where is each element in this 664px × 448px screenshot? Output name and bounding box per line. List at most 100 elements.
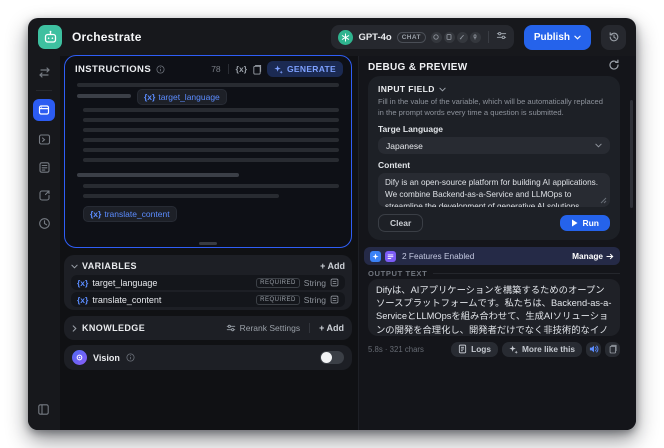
model-capability-icon (469, 31, 481, 43)
variable-icon: {x} (77, 294, 89, 305)
manage-features-link[interactable]: Manage (572, 251, 614, 261)
sparkle-icon (274, 64, 283, 74)
skeleton-line (77, 83, 339, 87)
variable-settings-icon[interactable] (330, 295, 339, 304)
run-button[interactable]: Run (560, 215, 610, 231)
clear-button[interactable]: Clear (378, 214, 424, 232)
collapse-panel-icon[interactable] (37, 403, 50, 421)
divider (487, 31, 489, 43)
output-footer: 5.8s · 321 chars Logs More like this (368, 341, 620, 357)
sidebar-item-logs[interactable] (34, 157, 54, 177)
skeleton-line (77, 94, 131, 98)
skeleton-line (83, 184, 339, 188)
content-textarea[interactable]: Dify is an open-source platform for buil… (378, 173, 610, 207)
knowledge-title: KNOWLEDGE (82, 323, 146, 333)
skeleton-line (83, 138, 339, 142)
logs-icon (459, 344, 467, 354)
skeleton-line (83, 128, 339, 132)
debug-preview-header: DEBUG & PREVIEW (368, 58, 620, 76)
target-language-select[interactable]: Japanese (378, 137, 610, 155)
skeleton-line (83, 194, 279, 198)
panel-drag-handle[interactable] (199, 242, 217, 245)
add-knowledge-button[interactable]: + Add (319, 323, 344, 333)
generate-label: GENERATE (287, 64, 336, 74)
chevron-down-icon[interactable] (439, 87, 446, 92)
target-language-label: Targe Language (378, 124, 444, 135)
variables-title: VARIABLES (82, 261, 137, 271)
swap-orchestrate-icon[interactable] (34, 62, 54, 82)
publish-label: Publish (533, 31, 570, 43)
more-like-this-button[interactable]: More like this (501, 341, 582, 357)
skeleton-line (83, 158, 339, 162)
input-field-description: Fill in the value of the variable, which… (378, 97, 603, 117)
arrow-right-icon (606, 253, 614, 259)
left-sidebar (28, 58, 60, 430)
chevron-right-icon[interactable] (72, 324, 77, 332)
required-badge: REQUIRED (256, 277, 300, 288)
sidebar-item-history[interactable] (34, 213, 54, 233)
copy-icon[interactable] (252, 64, 262, 75)
model-capability-icon (430, 31, 442, 43)
speaker-button[interactable] (586, 341, 601, 357)
refresh-icon[interactable] (608, 58, 620, 76)
knowledge-card: KNOWLEDGE Rerank Settings + Add (64, 316, 352, 340)
sidebar-item-preview[interactable] (34, 129, 54, 149)
output-text: Difyは、AIアプリケーションを構築するためのオープンソースプラットフォームで… (376, 285, 612, 335)
output-stats: 5.8s · 321 chars (368, 344, 424, 354)
history-icon (609, 32, 618, 42)
play-icon (572, 219, 578, 227)
features-enabled-text: 2 Features Enabled (402, 251, 475, 261)
variable-tag-target-language[interactable]: {x} target_language (137, 89, 227, 105)
conversation-feature-icon (385, 250, 396, 262)
generate-button[interactable]: GENERATE (267, 61, 343, 77)
features-enabled-bar[interactable]: 2 Features Enabled Manage (364, 247, 620, 265)
output-text-title: OUTPUT TEXT (368, 269, 428, 278)
speaker-icon (589, 345, 598, 353)
variable-row[interactable]: {x} translate_content REQUIRED String (71, 292, 345, 307)
chevron-down-icon[interactable] (71, 264, 78, 269)
info-icon (126, 353, 135, 362)
sparkle-icon (509, 344, 518, 354)
divider (309, 323, 311, 333)
debug-preview-title: DEBUG & PREVIEW (368, 61, 468, 73)
variable-type: String (303, 294, 326, 305)
variable-insert-icon[interactable]: {x} (236, 64, 247, 74)
eye-icon (72, 350, 87, 365)
model-selector[interactable]: GPT-4o CHAT (331, 25, 514, 49)
skeleton-line (77, 173, 239, 177)
page-title: Orchestrate (72, 30, 142, 44)
top-bar: Orchestrate GPT-4o CHAT Publish (28, 18, 636, 56)
model-capability-icon (443, 31, 455, 43)
variables-card: VARIABLES + Add {x} target_language REQU… (64, 255, 352, 310)
copy-output-icon[interactable] (605, 341, 620, 357)
char-count: 78 (211, 64, 221, 74)
add-variable-button[interactable]: + Add (320, 261, 345, 271)
vision-toggle[interactable] (320, 351, 344, 364)
info-icon (156, 64, 165, 74)
rerank-settings-button[interactable]: Rerank Settings (226, 323, 300, 333)
sidebar-item-orchestrate[interactable] (33, 99, 55, 121)
resize-handle[interactable] (600, 197, 607, 204)
chevron-down-icon (595, 143, 602, 148)
prompt-skeleton: {x} target_language {x} translate_content (77, 80, 339, 241)
version-history-button[interactable] (601, 24, 626, 50)
sidebar-item-publish-api[interactable] (34, 185, 54, 205)
app-window: Orchestrate GPT-4o CHAT Publish INSTRUCT… (28, 18, 636, 430)
instructions-header: INSTRUCTIONS 78 {x} GENERATE (65, 56, 351, 77)
input-field-title: INPUT FIELD (378, 84, 435, 94)
skeleton-line (83, 108, 339, 112)
variable-tag-translate-content[interactable]: {x} translate_content (83, 206, 177, 222)
chat-mode-badge: CHAT (396, 31, 426, 43)
model-settings-icon[interactable] (496, 28, 507, 46)
logs-button[interactable]: Logs (451, 341, 498, 357)
variable-row[interactable]: {x} target_language REQUIRED String (71, 275, 345, 290)
divider (227, 64, 229, 74)
content-label: Content (378, 160, 411, 171)
variable-icon: {x} (77, 277, 89, 288)
instructions-panel[interactable]: INSTRUCTIONS 78 {x} GENERATE {x} target_l… (64, 55, 352, 248)
output-text-card: Difyは、AIアプリケーションを構築するためのオープンソースプラットフォームで… (368, 279, 620, 336)
publish-button[interactable]: Publish (523, 24, 591, 50)
variable-settings-icon[interactable] (330, 278, 339, 287)
skeleton-line (83, 118, 339, 122)
scrollbar[interactable] (630, 100, 633, 208)
